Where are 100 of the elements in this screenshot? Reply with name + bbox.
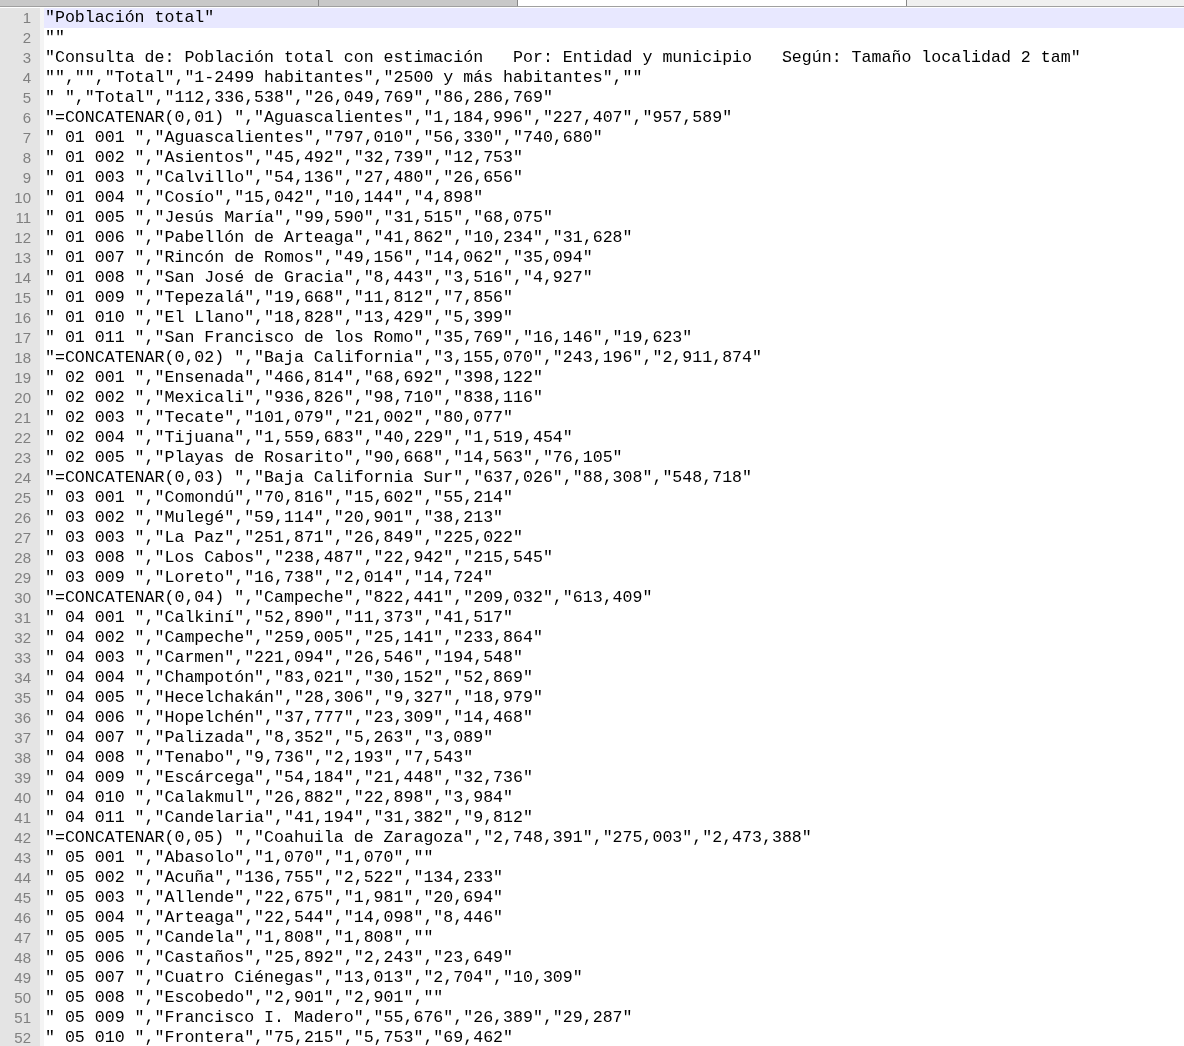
code-line: " 05 001 ","Abasolo","1,070","1,070","" [44,848,435,868]
code-line: " 04 010 ","Calakmul","26,882","22,898","3,984" [44,788,515,808]
line-number: 33 [0,648,40,668]
line-number: 24 [0,468,40,488]
line-number: 52 [0,1028,40,1046]
code-line: " 05 003 ","Allende","22,675","1,981","20,694" [44,888,505,908]
line-number: 4 [0,68,40,88]
line-number: 36 [0,708,40,728]
line-number: 8 [0,148,40,168]
code-line: " 01 010 ","El Llano","18,828","13,429","5,399" [44,308,515,328]
line-number: 43 [0,848,40,868]
code-line: "" [44,28,66,48]
line-number: 1 [0,8,40,28]
line-number: 40 [0,788,40,808]
line-number: 11 [0,208,40,228]
line-number: 13 [0,248,40,268]
code-line: " 01 006 ","Pabellón de Arteaga","41,862","10,234","31,628" [44,228,634,248]
code-line: "Consulta de: Población total con estimación Por: Entidad y municipio Según: Tamaño localidad 2 tam" [44,48,1082,68]
code-line: "","","Total","1-2499 habitantes","2500 y más habitantes","" [44,68,644,88]
code-line: " 01 008 ","San José de Gracia","8,443","3,516","4,927" [44,268,594,288]
code-line: " 01 001 ","Aguascalientes","797,010","56,330","740,680" [44,128,604,148]
code-line: " 01 002 ","Asientos","45,492","32,739","12,753" [44,148,524,168]
line-number: 3 [0,48,40,68]
code-line: " 04 003 ","Carmen","221,094","26,546","194,548" [44,648,524,668]
line-number: 51 [0,1008,40,1028]
line-number: 20 [0,388,40,408]
line-number: 32 [0,628,40,648]
line-number: 30 [0,588,40,608]
code-line: " 05 004 ","Arteaga","22,544","14,098","8,446" [44,908,505,928]
editor-tab[interactable] [0,0,319,6]
code-line: " 04 008 ","Tenabo","9,736","2,193","7,543" [44,748,475,768]
code-line: " 03 009 ","Loreto","16,738","2,014","14,724" [44,568,495,588]
code-line: " 05 007 ","Cuatro Ciénegas","13,013","2,704","10,309" [44,968,584,988]
code-line: " 04 005 ","Hecelchakán","28,306","9,327","18,979" [44,688,544,708]
line-number: 47 [0,928,40,948]
code-line: " 05 009 ","Francisco I. Madero","55,676","26,389","29,287" [44,1008,634,1028]
line-number: 21 [0,408,40,428]
code-line: " 02 005 ","Playas de Rosarito","90,668","14,563","76,105" [44,448,624,468]
code-line: " 02 001 ","Ensenada","466,814","68,692","398,122" [44,368,544,388]
line-number: 19 [0,368,40,388]
line-number: 23 [0,448,40,468]
line-number: 22 [0,428,40,448]
line-number: 10 [0,188,40,208]
line-number: 17 [0,328,40,348]
line-number: 42 [0,828,40,848]
line-number: 49 [0,968,40,988]
line-number: 41 [0,808,40,828]
code-line: " 05 005 ","Candela","1,808","1,808","" [44,928,435,948]
line-number: 38 [0,748,40,768]
code-line: " 01 011 ","San Francisco de los Romo","35,769","16,146","19,623" [44,328,694,348]
line-number: 50 [0,988,40,1008]
code-line: " 01 007 ","Rincón de Romos","49,156","14,062","35,094" [44,248,594,268]
code-line: " 03 003 ","La Paz","251,871","26,849","225,022" [44,528,524,548]
line-number: 34 [0,668,40,688]
code-line: "=CONCATENAR(0,05) ","Coahuila de Zaragoza","2,748,391","275,003","2,473,388" [44,828,813,848]
line-number: 6 [0,108,40,128]
code-line: " 04 009 ","Escárcega","54,184","21,448","32,736" [44,768,534,788]
code-line: " 01 003 ","Calvillo","54,136","27,480","26,656" [44,168,524,188]
line-number: 28 [0,548,40,568]
line-number: 12 [0,228,40,248]
code-line: " 05 010 ","Frontera","75,215","5,753","69,462" [44,1028,515,1046]
code-line: " ","Total","112,336,538","26,049,769","86,286,769" [44,88,554,108]
code-line: " 04 011 ","Candelaria","41,194","31,382","9,812" [44,808,534,828]
line-number: 39 [0,768,40,788]
line-number: 7 [0,128,40,148]
code-line: "=CONCATENAR(0,04) ","Campeche","822,441","209,032","613,409" [44,588,654,608]
line-number: 25 [0,488,40,508]
line-number: 26 [0,508,40,528]
editor-tab[interactable] [319,0,518,6]
code-line: " 05 006 ","Castaños","25,892","2,243","23,649" [44,948,515,968]
line-number: 37 [0,728,40,748]
code-line: " 04 004 ","Champotón","83,021","30,152","52,869" [44,668,534,688]
code-line: " 05 002 ","Acuña","136,755","2,522","134,233" [44,868,505,888]
line-number: 27 [0,528,40,548]
line-number: 18 [0,348,40,368]
code-line: " 02 002 ","Mexicali","936,826","98,710","838,116" [44,388,544,408]
code-line: " 03 002 ","Mulegé","59,114","20,901","38,213" [44,508,505,528]
line-number: 44 [0,868,40,888]
line-number: 48 [0,948,40,968]
line-number: 46 [0,908,40,928]
line-number: 29 [0,568,40,588]
code-line: " 02 004 ","Tijuana","1,559,683","40,229","1,519,454" [44,428,574,448]
code-line: " 04 007 ","Palizada","8,352","5,263","3,089" [44,728,495,748]
code-line: " 03 008 ","Los Cabos","238,487","22,942","215,545" [44,548,554,568]
code-line: " 01 005 ","Jesús María","99,590","31,515","68,075" [44,208,554,228]
code-line: " 04 002 ","Campeche","259,005","25,141","233,864" [44,628,544,648]
editor-tab[interactable] [518,0,907,6]
line-number: 14 [0,268,40,288]
code-line: " 04 006 ","Hopelchén","37,777","23,309","14,468" [44,708,534,728]
line-number: 31 [0,608,40,628]
line-number: 2 [0,28,40,48]
line-number: 45 [0,888,40,908]
code-line: " 05 008 ","Escobedo","2,901","2,901","" [44,988,445,1008]
code-line: "=CONCATENAR(0,03) ","Baja California Sur","637,026","88,308","548,718" [44,468,753,488]
code-line: "=CONCATENAR(0,02) ","Baja California","3,155,070","243,196","2,911,874" [44,348,763,368]
code-line: " 02 003 ","Tecate","101,079","21,002","80,077" [44,408,515,428]
line-number: 15 [0,288,40,308]
code-line: " 03 001 ","Comondú","70,816","15,602","55,214" [44,488,515,508]
code-line: " 01 004 ","Cosío","15,042","10,144","4,898" [44,188,485,208]
line-number: 5 [0,88,40,108]
